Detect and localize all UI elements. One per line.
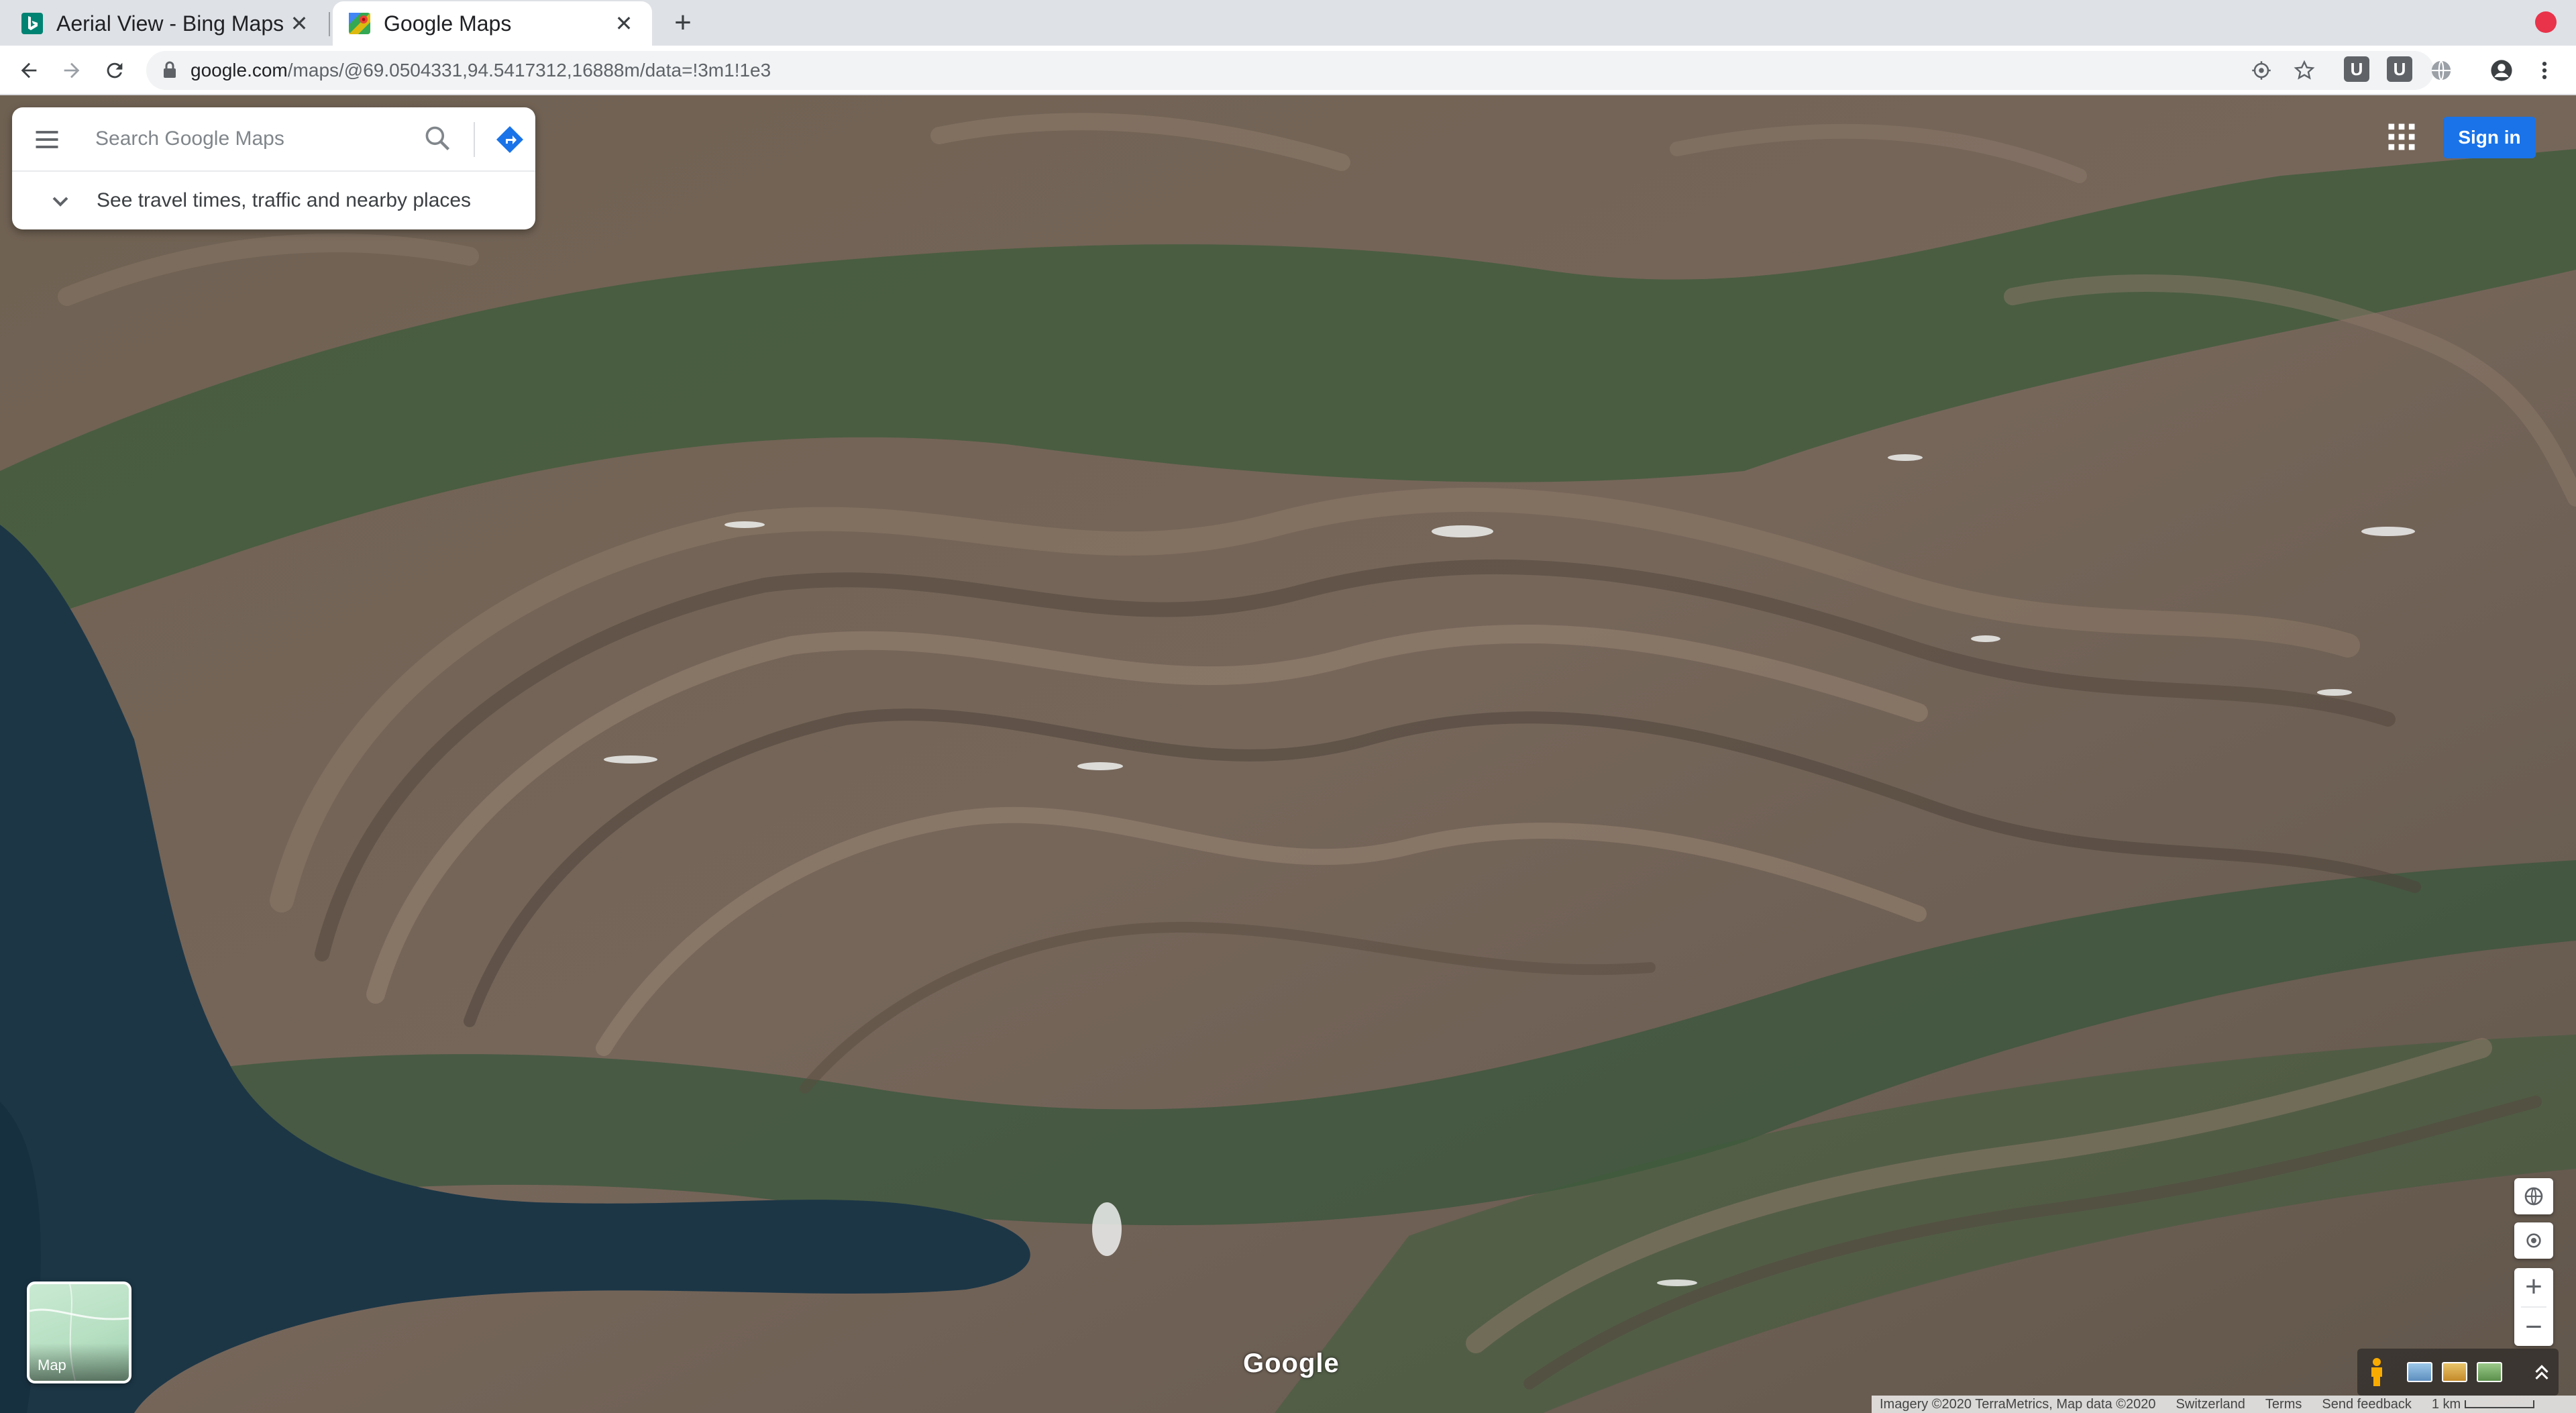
imagery-credit: Imagery ©2020 TerraMetrics, Map data ©20…: [1880, 1396, 2156, 1412]
search-icon: [425, 126, 450, 151]
new-tab-button[interactable]: +: [668, 8, 698, 38]
layers-bar: [2357, 1349, 2559, 1396]
globe-view-button[interactable]: [2514, 1178, 2553, 1214]
browser-window: Aerial View - Bing Maps ✕ Google Maps ✕ …: [0, 0, 2576, 1413]
google-maps-icon: [349, 13, 370, 34]
zoom-in-button[interactable]: +: [2514, 1268, 2553, 1306]
close-tab-icon[interactable]: ✕: [612, 11, 636, 36]
close-tab-icon[interactable]: ✕: [287, 11, 311, 36]
zoom-out-button[interactable]: −: [2514, 1308, 2553, 1346]
scale-bar: [2465, 1400, 2535, 1408]
travel-times-toggle[interactable]: See travel times, traffic and nearby pla…: [12, 172, 535, 229]
arrow-right-icon: [64, 62, 80, 78]
tab-separator: [329, 12, 330, 36]
terms-link[interactable]: Terms: [2265, 1397, 2302, 1412]
extension-u-icon[interactable]: U: [2387, 56, 2412, 82]
scale-label[interactable]: 1 km: [2432, 1397, 2461, 1412]
layer-thumbnail-terrain[interactable]: [2477, 1362, 2502, 1382]
region-link[interactable]: Switzerland: [2176, 1397, 2245, 1412]
globe-icon: [2524, 1187, 2543, 1206]
pegman-icon[interactable]: [2367, 1357, 2387, 1388]
minimap-label: Map: [38, 1357, 66, 1373]
hamburger-menu-icon: [36, 131, 58, 148]
bookmark-star-icon[interactable]: [2293, 59, 2316, 82]
search-input[interactable]: [95, 123, 411, 154]
sign-in-button[interactable]: Sign in: [2443, 117, 2536, 158]
search-card: See travel times, traffic and nearby pla…: [12, 107, 535, 229]
divider: [474, 122, 475, 157]
my-location-button[interactable]: [2514, 1222, 2553, 1259]
profile-avatar-icon[interactable]: [2490, 59, 2513, 82]
forward-button[interactable]: [55, 54, 89, 87]
zoom-controls: + −: [2514, 1268, 2553, 1346]
reload-button[interactable]: [98, 54, 131, 87]
arrow-left-icon: [21, 62, 37, 78]
browser-toolbar: google.com/maps/@69.0504331,94.5417312,1…: [0, 46, 2576, 95]
url-path: /maps/@69.0504331,94.5417312,16888m/data…: [287, 60, 771, 81]
google-logo: Google: [1243, 1349, 1340, 1378]
tab-title: Aerial View - Bing Maps: [56, 11, 284, 36]
my-location-icon: [2526, 1233, 2541, 1248]
tab-title: Google Maps: [384, 11, 512, 36]
location-target-icon[interactable]: [2250, 59, 2273, 82]
search-row: [12, 107, 535, 170]
map-canvas[interactable]: See travel times, traffic and nearby pla…: [0, 95, 2576, 1413]
menu-button[interactable]: [32, 125, 62, 154]
chevron-down-icon: [47, 188, 74, 215]
expand-up-icon[interactable]: [2530, 1361, 2553, 1383]
url-text: google.com/maps/@69.0504331,94.5417312,1…: [191, 60, 771, 81]
directions-icon: [496, 126, 523, 153]
tab-strip: Aerial View - Bing Maps ✕ Google Maps ✕ …: [0, 0, 2576, 46]
layer-thumbnail-transit[interactable]: [2407, 1362, 2432, 1382]
tab-google-maps[interactable]: Google Maps ✕: [333, 1, 652, 46]
extension-globe-icon[interactable]: [2430, 59, 2453, 82]
send-feedback-link[interactable]: Send feedback: [2322, 1397, 2411, 1412]
address-bar[interactable]: google.com/maps/@69.0504331,94.5417312,1…: [146, 51, 2434, 90]
satellite-imagery: [0, 95, 2576, 1413]
travel-times-label: See travel times, traffic and nearby pla…: [97, 189, 472, 211]
divider: [2521, 1306, 2546, 1308]
bing-icon: [21, 13, 43, 34]
apps-grid-icon: [2388, 123, 2415, 150]
google-apps-button[interactable]: [2384, 119, 2419, 154]
directions-button[interactable]: [494, 123, 526, 156]
lock-icon: [162, 60, 177, 83]
map-layer-toggle[interactable]: Map: [27, 1281, 131, 1383]
kebab-menu-icon[interactable]: [2533, 59, 2556, 82]
record-indicator-icon: [2535, 11, 2557, 33]
reload-icon: [107, 62, 123, 78]
attribution-bar: Imagery ©2020 TerraMetrics, Map data ©20…: [1872, 1396, 2576, 1413]
search-button[interactable]: [423, 123, 455, 156]
layer-thumbnail-traffic[interactable]: [2442, 1362, 2467, 1382]
back-button[interactable]: [12, 54, 46, 87]
tab-bing-maps[interactable]: Aerial View - Bing Maps ✕: [5, 1, 327, 46]
extension-u-icon[interactable]: U: [2344, 56, 2369, 82]
url-host: google.com: [191, 60, 288, 81]
